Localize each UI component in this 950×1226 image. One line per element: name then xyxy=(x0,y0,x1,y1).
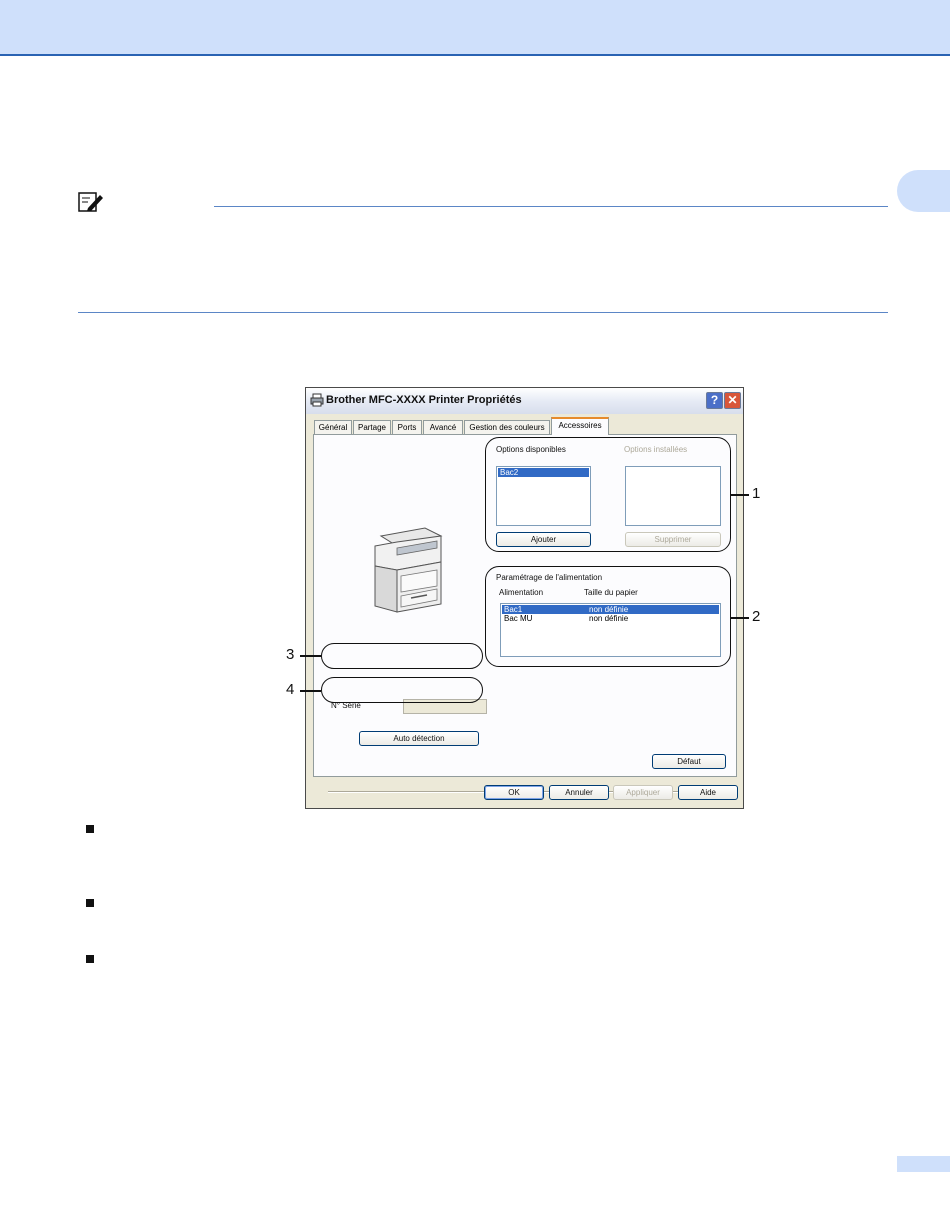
dialog-title: Brother MFC-XXXX Printer Propriétés xyxy=(326,394,522,406)
callout-line-1 xyxy=(731,494,749,496)
tab-ports[interactable]: Ports xyxy=(392,420,422,434)
note-rule-top xyxy=(214,206,888,207)
callout-number-2: 2 xyxy=(752,608,761,625)
chapter-tab xyxy=(897,170,950,212)
callout-line-4 xyxy=(300,690,321,692)
tab-accessories[interactable]: Accessoires xyxy=(551,417,609,435)
callout-line-2 xyxy=(731,617,749,619)
tab-sharing[interactable]: Partage xyxy=(353,420,391,434)
ok-button[interactable]: OK xyxy=(484,785,544,800)
help-button[interactable]: Aide xyxy=(678,785,738,800)
auto-detect-button[interactable]: Auto détection xyxy=(359,731,479,746)
bullet-marker xyxy=(86,825,94,833)
tab-general[interactable]: Général xyxy=(314,420,352,434)
page-header-band xyxy=(0,0,950,56)
tab-color-management[interactable]: Gestion des couleurs xyxy=(464,420,550,434)
note-rule-bottom xyxy=(78,312,888,313)
callout-number-3: 3 xyxy=(286,646,295,663)
default-button[interactable]: Défaut xyxy=(652,754,726,769)
tab-advanced[interactable]: Avancé xyxy=(423,420,463,434)
callout-number-1: 1 xyxy=(752,485,761,502)
callout-number-4: 4 xyxy=(286,681,295,698)
callout-outline-1 xyxy=(485,437,731,552)
bullet-marker xyxy=(86,955,94,963)
bullet-marker xyxy=(86,899,94,907)
callout-line-3 xyxy=(300,655,321,657)
callout-outline-2 xyxy=(485,566,731,667)
page-number-tab xyxy=(897,1156,950,1172)
callout-outline-4 xyxy=(321,677,483,703)
help-title-button[interactable]: ? xyxy=(706,392,723,409)
printer-icon xyxy=(310,393,324,407)
cancel-button[interactable]: Annuler xyxy=(549,785,609,800)
callout-outline-3 xyxy=(321,643,483,669)
mfc-illustration xyxy=(374,527,443,613)
close-button[interactable]: ✕ xyxy=(724,392,741,409)
note-icon xyxy=(78,192,103,212)
apply-button[interactable]: Appliquer xyxy=(613,785,673,800)
dialog-titlebar: Brother MFC-XXXX Printer Propriétés ? ✕ xyxy=(306,388,743,414)
